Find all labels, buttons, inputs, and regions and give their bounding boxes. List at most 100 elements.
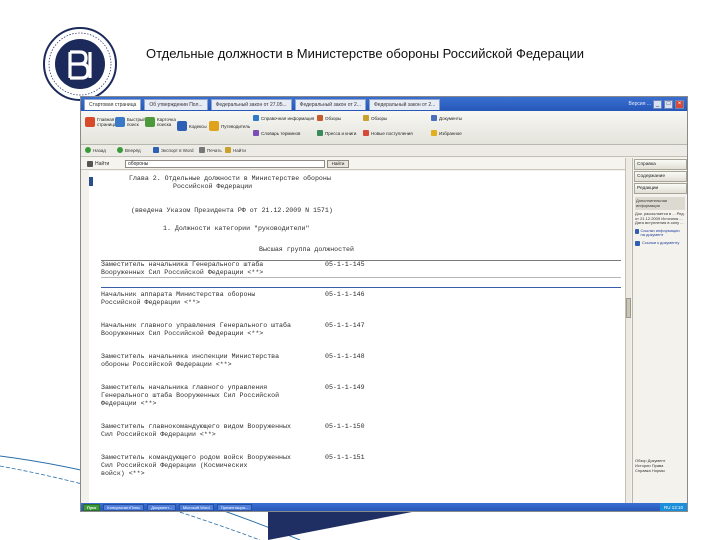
press-icon bbox=[317, 130, 323, 136]
forward-button[interactable]: Вперёд bbox=[117, 147, 141, 153]
documents-icon bbox=[431, 115, 437, 121]
panel-link-references[interactable]: Ссылки информации на документ bbox=[635, 228, 685, 238]
position-title: Заместитель командующего родом войск Воо… bbox=[101, 454, 291, 461]
review-icon bbox=[317, 115, 323, 121]
find-label: Найти bbox=[87, 161, 109, 167]
home-icon bbox=[85, 117, 95, 127]
dictionary-icon bbox=[253, 130, 259, 136]
position-code: 05-1-1-150 bbox=[325, 423, 365, 430]
position-title: Вооруженных Сил Российской Федерации <**… bbox=[101, 330, 264, 337]
chapter-heading-line-2: Российской Федерации bbox=[173, 183, 253, 190]
taskbar: Пуск КонсультантПлюс Документ... Microso… bbox=[81, 503, 687, 511]
panel-info-text: Док. рассылается в ... Ред. от 21.12.200… bbox=[635, 211, 685, 226]
find-button[interactable]: Найти bbox=[225, 147, 246, 153]
word-icon bbox=[153, 147, 159, 153]
codes-button[interactable]: Кодексы bbox=[177, 121, 207, 131]
taskbar-item[interactable]: Microsoft Word bbox=[178, 504, 214, 511]
start-button[interactable]: Пуск bbox=[83, 504, 101, 511]
guide-button[interactable]: Путеводитель bbox=[209, 121, 250, 131]
position-code: 05-1-1-149 bbox=[325, 384, 365, 391]
favorites-button[interactable]: Избранное bbox=[431, 130, 462, 136]
home-button[interactable]: Главная страница bbox=[85, 117, 117, 127]
quick-search-button[interactable]: Быстрый поиск bbox=[115, 117, 147, 127]
find-icon bbox=[225, 147, 231, 153]
app-screenshot: Стартовая страница Об утверждении Пол...… bbox=[80, 96, 688, 512]
slide-title: Отдельные должности в Министерстве оборо… bbox=[146, 46, 585, 61]
link-icon bbox=[635, 228, 639, 234]
minimize-button[interactable]: _ bbox=[653, 99, 662, 109]
position-title: Заместитель начальника инспекции Министе… bbox=[101, 353, 280, 360]
star-icon bbox=[431, 130, 437, 136]
documents-button[interactable]: Документы bbox=[431, 115, 462, 121]
position-code: 05-1-1-151 bbox=[325, 454, 365, 461]
tab-document-2[interactable]: Федеральный закон от 27.05... bbox=[210, 98, 292, 110]
new-arrivals-button[interactable]: Новые поступления bbox=[363, 130, 413, 136]
position-code: 05-1-1-147 bbox=[325, 322, 365, 329]
find-bar: Найти обороны Найти bbox=[81, 158, 625, 170]
tab-editions[interactable]: Редакции bbox=[634, 183, 687, 194]
document-scrollbar[interactable] bbox=[625, 158, 631, 503]
search-card-button[interactable]: Карточка поиска bbox=[145, 117, 177, 127]
books-icon bbox=[177, 121, 187, 131]
back-icon bbox=[85, 147, 91, 153]
dictionary-button[interactable]: Словарь терминов bbox=[253, 130, 300, 136]
position-code: 05-1-1-148 bbox=[325, 353, 365, 360]
info-icon bbox=[253, 115, 259, 121]
reviews-button[interactable]: Обзоры bbox=[317, 115, 341, 121]
tab-document-1[interactable]: Об утверждении Пол... bbox=[144, 98, 208, 110]
link-icon bbox=[635, 240, 640, 246]
row-rule bbox=[101, 277, 621, 278]
maximize-button[interactable]: □ bbox=[664, 99, 673, 109]
titlebar-info: Версия ... bbox=[628, 101, 651, 107]
panel-bottom-link[interactable]: Нормы bbox=[652, 468, 665, 473]
amendment-note[interactable]: (введена Указом Президента РФ от 21.12.2… bbox=[131, 207, 333, 215]
position-title: Вооруженных Сил Российской Федерации <**… bbox=[101, 269, 264, 276]
system-tray: RU 13:10 bbox=[659, 503, 687, 511]
toolbar-ribbon: Главная страница Быстрый поиск Карточка … bbox=[81, 111, 687, 145]
row-rule bbox=[101, 287, 621, 288]
tab-contents[interactable]: Содержание bbox=[634, 171, 687, 182]
panel-bottom-link[interactable]: Справка bbox=[635, 468, 651, 473]
bookmark-marker bbox=[89, 177, 93, 186]
position-title: Начальник аппарата Министерства обороны bbox=[101, 291, 256, 298]
close-button[interactable]: × bbox=[675, 99, 684, 109]
reference-info-button[interactable]: Справочная информация bbox=[253, 115, 314, 121]
overview-icon bbox=[363, 115, 369, 121]
find-input[interactable]: обороны bbox=[125, 160, 325, 168]
document-toolbar: Назад Вперёд Экспорт в Word Печать Найти bbox=[81, 145, 687, 157]
press-books-button[interactable]: Пресса и книги bbox=[317, 130, 356, 136]
taskbar-item[interactable]: Презентация... bbox=[216, 504, 253, 511]
scrollbar-thumb[interactable] bbox=[626, 298, 631, 318]
chapter-heading-line-1: Глава 2. Отдельные должности в Министерс… bbox=[129, 175, 331, 182]
print-icon bbox=[199, 147, 205, 153]
position-title: Российской Федерации <**> bbox=[101, 299, 200, 306]
overviews-button[interactable]: Обзоры bbox=[363, 115, 387, 121]
compass-icon bbox=[209, 121, 219, 131]
new-icon bbox=[363, 130, 369, 136]
position-code: 05-1-1-146 bbox=[325, 291, 365, 298]
panel-bottom-links: Обзор Документ Истории Права Справка Нор… bbox=[635, 458, 686, 473]
print-button[interactable]: Печать bbox=[199, 147, 222, 153]
right-panel: Справка Содержание Редакции Дополнительн… bbox=[632, 158, 687, 503]
position-title: Сил Российской Федерации (Космических bbox=[101, 462, 248, 469]
tab-document-3[interactable]: Федеральный закон от 2... bbox=[294, 98, 366, 110]
browser-tab-bar: Стартовая страница Об утверждении Пол...… bbox=[81, 97, 687, 111]
binoculars-icon bbox=[87, 161, 93, 167]
group-heading: Высшая группа должностей bbox=[259, 246, 354, 253]
forward-icon bbox=[117, 147, 123, 153]
position-title: Федерации <**> bbox=[101, 400, 157, 407]
tab-start-page[interactable]: Стартовая страница bbox=[84, 98, 142, 110]
tab-reference[interactable]: Справка bbox=[634, 159, 687, 170]
export-word-button[interactable]: Экспорт в Word bbox=[153, 147, 193, 153]
card-icon bbox=[145, 117, 155, 127]
taskbar-item[interactable]: КонсультантПлюс bbox=[103, 504, 145, 511]
position-title: Заместитель главнокомандующего видом Воо… bbox=[101, 423, 291, 430]
position-code: 05-1-1-145 bbox=[325, 261, 365, 268]
panel-link-document[interactable]: Ссылки к документу bbox=[635, 240, 685, 246]
panel-header: Дополнительная информация bbox=[635, 197, 685, 210]
position-title: Сил Российской Федерации <**> bbox=[101, 431, 216, 438]
tab-document-4[interactable]: Федеральный закон от 2... bbox=[369, 98, 441, 110]
back-button[interactable]: Назад bbox=[85, 147, 106, 153]
find-go-button[interactable]: Найти bbox=[327, 160, 349, 168]
taskbar-item[interactable]: Документ... bbox=[147, 504, 176, 511]
